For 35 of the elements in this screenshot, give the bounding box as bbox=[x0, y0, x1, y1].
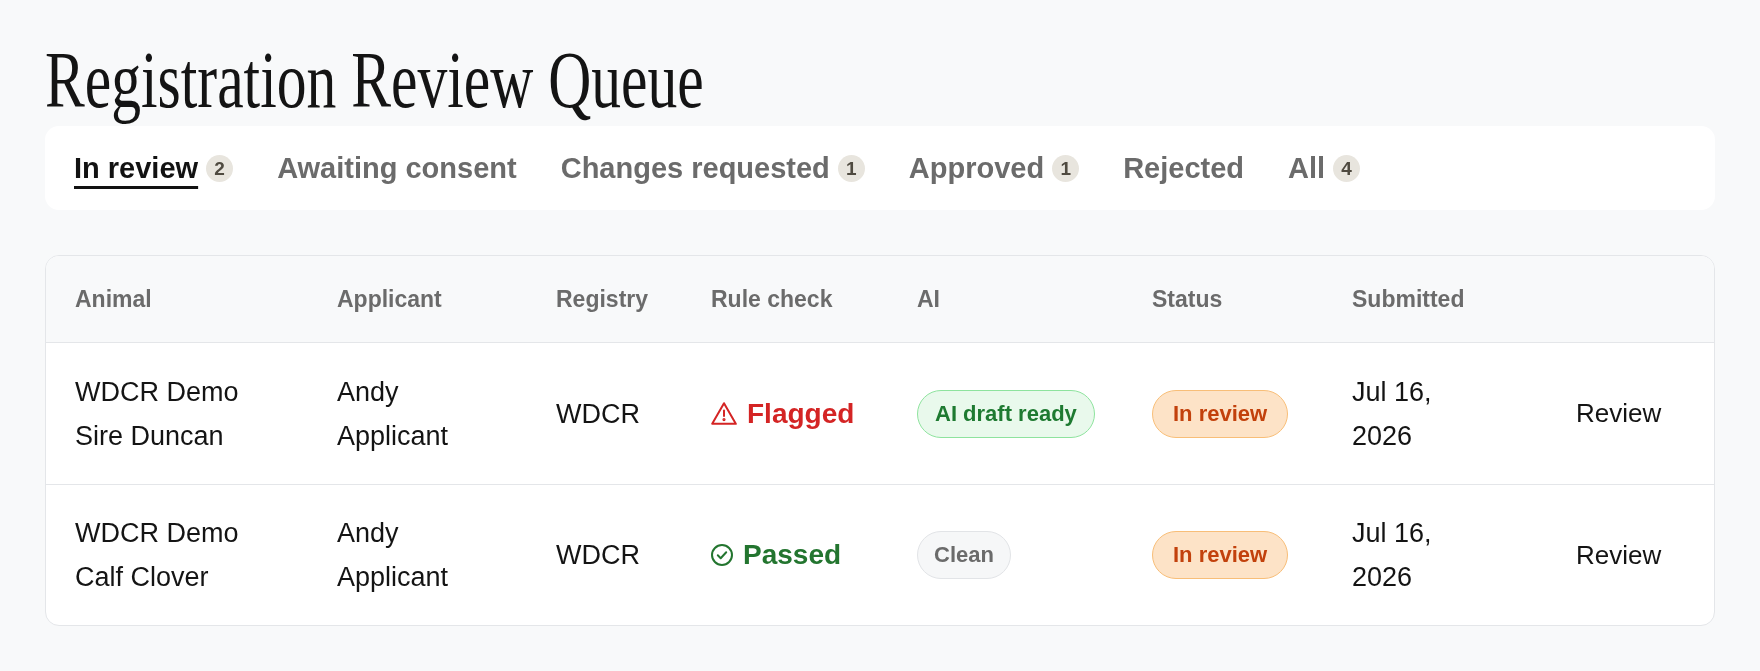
review-link[interactable]: Review bbox=[1576, 398, 1662, 429]
tab[interactable]: All 4 bbox=[1288, 147, 1361, 189]
status-badge: In review bbox=[1152, 531, 1289, 579]
table-cell-text: WDCR bbox=[556, 539, 640, 572]
table-cell-text: WDCR Demo Sire Duncan bbox=[75, 375, 240, 453]
column-header: AI bbox=[917, 285, 940, 313]
review-link[interactable]: Review bbox=[1576, 539, 1662, 571]
ai-badge: AI draft ready bbox=[917, 389, 1095, 438]
column-header: Rule check bbox=[711, 285, 833, 313]
column-header: Status bbox=[1152, 285, 1223, 313]
rule-check-label: Flagged bbox=[747, 397, 855, 430]
column-header: Registry bbox=[556, 285, 649, 313]
count-badge: 1 bbox=[1052, 155, 1080, 182]
check-circle-icon bbox=[711, 544, 733, 566]
count-badge: 4 bbox=[1333, 155, 1361, 182]
count-badge: 2 bbox=[206, 155, 234, 182]
column-header: Submitted bbox=[1352, 285, 1465, 313]
status-badge: In review bbox=[1152, 389, 1289, 438]
table-cell-text: Andy Applicant bbox=[337, 517, 449, 594]
tab[interactable]: Rejected bbox=[1123, 147, 1245, 189]
tab[interactable]: Approved 1 bbox=[908, 147, 1080, 189]
tab[interactable]: Changes requested 1 bbox=[560, 147, 865, 189]
ai-badge: Clean bbox=[917, 531, 1011, 579]
table-cell-text: Jul 16, 2026 bbox=[1352, 517, 1433, 594]
tab[interactable]: In review 2 bbox=[74, 147, 234, 189]
column-header: Applicant bbox=[337, 285, 442, 313]
tab[interactable]: Awaiting consent bbox=[277, 147, 517, 189]
table-cell-text: Jul 16, 2026 bbox=[1352, 375, 1433, 453]
warning-icon bbox=[711, 402, 737, 425]
count-badge: 1 bbox=[837, 155, 865, 182]
rule-check-label: Passed bbox=[743, 539, 842, 571]
table-cell-text: Andy Applicant bbox=[337, 375, 449, 453]
table-cell-text: WDCR bbox=[556, 397, 640, 431]
table-cell-text: WDCR Demo Calf Clover bbox=[75, 517, 240, 594]
column-header: Animal bbox=[75, 285, 152, 313]
